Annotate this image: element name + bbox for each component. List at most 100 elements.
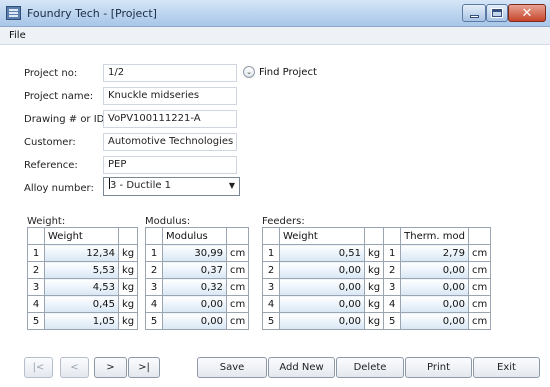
modulus-cell[interactable]: 0,00 — [162, 295, 227, 313]
close-button[interactable]: ✕ — [508, 4, 546, 22]
modulus-cell[interactable]: 0,37 — [162, 261, 227, 279]
unit-cell: kg — [117, 312, 139, 330]
close-icon: ✕ — [521, 5, 533, 21]
unit-column-header — [117, 227, 139, 245]
therm-mod-cell[interactable]: 0,00 — [400, 295, 469, 313]
maximize-button[interactable] — [486, 4, 508, 22]
row-number: 2 — [27, 261, 45, 279]
weight-table: Weight 1 12,34 kg 2 5,53 kg 3 4,53 kg 4 … — [27, 227, 139, 330]
add-new-button[interactable]: Add New — [268, 357, 335, 378]
unit-cell: kg — [117, 295, 139, 313]
last-record-button[interactable]: >| — [128, 357, 160, 378]
find-project-link[interactable]: ⌄ Find Project — [243, 66, 317, 78]
modulus-column-header: Modulus — [162, 227, 227, 245]
delete-button[interactable]: Delete — [336, 357, 404, 378]
modulus-cell[interactable]: 30,99 — [162, 244, 227, 262]
feeder-weight-cell[interactable]: 0,51 — [279, 244, 365, 262]
save-button[interactable]: Save — [197, 357, 267, 378]
row-number: 1 — [145, 244, 163, 262]
unit-cell: kg — [363, 244, 385, 262]
weight-cell[interactable]: 5,53 — [44, 261, 119, 279]
unit-column-header — [225, 227, 250, 245]
row-number: 5 — [383, 312, 402, 330]
therm-mod-cell[interactable]: 2,79 — [400, 244, 469, 262]
next-record-button[interactable]: > — [94, 357, 127, 378]
table-row: 2 5,53 kg — [27, 261, 139, 279]
first-record-button[interactable]: |< — [24, 357, 53, 378]
row-number: 2 — [383, 261, 402, 279]
project-name-label: Project name: — [24, 91, 94, 102]
therm-mod-cell[interactable]: 0,00 — [400, 278, 469, 296]
weight-section-label: Weight: — [27, 216, 66, 227]
row-number: 4 — [27, 295, 45, 313]
chevron-down-icon: ⌄ — [243, 66, 255, 78]
row-number: 1 — [383, 244, 402, 262]
feeder-weight-cell[interactable]: 0,00 — [279, 261, 365, 279]
row-number: 4 — [383, 295, 402, 313]
app-icon — [6, 6, 21, 20]
weight-cell[interactable]: 1,05 — [44, 312, 119, 330]
modulus-cell[interactable]: 0,32 — [162, 278, 227, 296]
feeders-table: Weight Therm. mod 1 0,51 kg 1 2,79 cm 2 … — [262, 227, 492, 330]
exit-button[interactable]: Exit — [473, 357, 540, 378]
minimize-icon — [469, 15, 479, 18]
previous-record-button[interactable]: < — [60, 357, 89, 378]
table-row: 2 0,00 kg 2 0,00 cm — [262, 261, 492, 279]
project-no-field[interactable]: 1/2 — [103, 64, 237, 82]
unit-cell: kg — [117, 244, 139, 262]
minimize-button[interactable] — [462, 4, 486, 22]
maximize-icon — [491, 8, 503, 18]
print-button[interactable]: Print — [405, 357, 472, 378]
table-row: 1 30,99 cm — [145, 244, 250, 262]
table-row: 1 0,51 kg 1 2,79 cm — [262, 244, 492, 262]
drawing-field[interactable]: VoPV100111221-A — [103, 110, 237, 128]
project-name-field[interactable]: Knuckle midseries — [103, 87, 237, 105]
therm-mod-cell[interactable]: 0,00 — [400, 261, 469, 279]
feeder-weight-cell[interactable]: 0,00 — [279, 312, 365, 330]
row-number: 3 — [383, 278, 402, 296]
reference-label: Reference: — [24, 160, 78, 171]
table-row: 3 0,32 cm — [145, 278, 250, 296]
customer-label: Customer: — [24, 137, 76, 148]
menu-file[interactable]: File — [9, 30, 26, 41]
unit-cell: kg — [117, 278, 139, 296]
unit-cell: kg — [117, 261, 139, 279]
corner-cell — [27, 227, 45, 245]
unit-column-header — [363, 227, 385, 245]
weight-cell[interactable]: 4,53 — [44, 278, 119, 296]
row-number: 1 — [27, 244, 45, 262]
table-row: 5 0,00 kg 5 0,00 cm — [262, 312, 492, 330]
title-bar[interactable]: Foundry Tech - [Project] ✕ — [0, 0, 550, 27]
row-number: 5 — [262, 312, 280, 330]
weight-cell[interactable]: 0,45 — [44, 295, 119, 313]
corner-cell — [262, 227, 280, 245]
feeder-weight-cell[interactable]: 0,00 — [279, 295, 365, 313]
alloy-select[interactable]: 3 - Ductile 1 ▼ — [103, 177, 240, 196]
unit-cell: kg — [363, 261, 385, 279]
unit-cell: cm — [467, 295, 492, 313]
table-row: 4 0,00 kg 4 0,00 cm — [262, 295, 492, 313]
table-row: 2 0,37 cm — [145, 261, 250, 279]
unit-cell: kg — [363, 295, 385, 313]
unit-cell: cm — [467, 261, 492, 279]
unit-cell: cm — [225, 278, 250, 296]
modulus-cell[interactable]: 0,00 — [162, 312, 227, 330]
corner-cell — [145, 227, 163, 245]
table-row: 4 0,00 cm — [145, 295, 250, 313]
unit-cell: kg — [363, 312, 385, 330]
table-row: 5 0,00 cm — [145, 312, 250, 330]
dropdown-arrow-icon[interactable]: ▼ — [229, 178, 235, 194]
row-number: 3 — [27, 278, 45, 296]
unit-cell: cm — [225, 261, 250, 279]
weight-cell[interactable]: 12,34 — [44, 244, 119, 262]
unit-column-header — [467, 227, 492, 245]
row-number: 4 — [262, 295, 280, 313]
reference-field[interactable]: PEP — [103, 156, 237, 174]
customer-field[interactable]: Automotive Technologies — [103, 133, 237, 151]
row-number: 1 — [262, 244, 280, 262]
feeder-weight-cell[interactable]: 0,00 — [279, 278, 365, 296]
find-project-label: Find Project — [259, 66, 317, 78]
therm-mod-cell[interactable]: 0,00 — [400, 312, 469, 330]
unit-cell: cm — [467, 278, 492, 296]
weight-column-header: Weight — [44, 227, 119, 245]
